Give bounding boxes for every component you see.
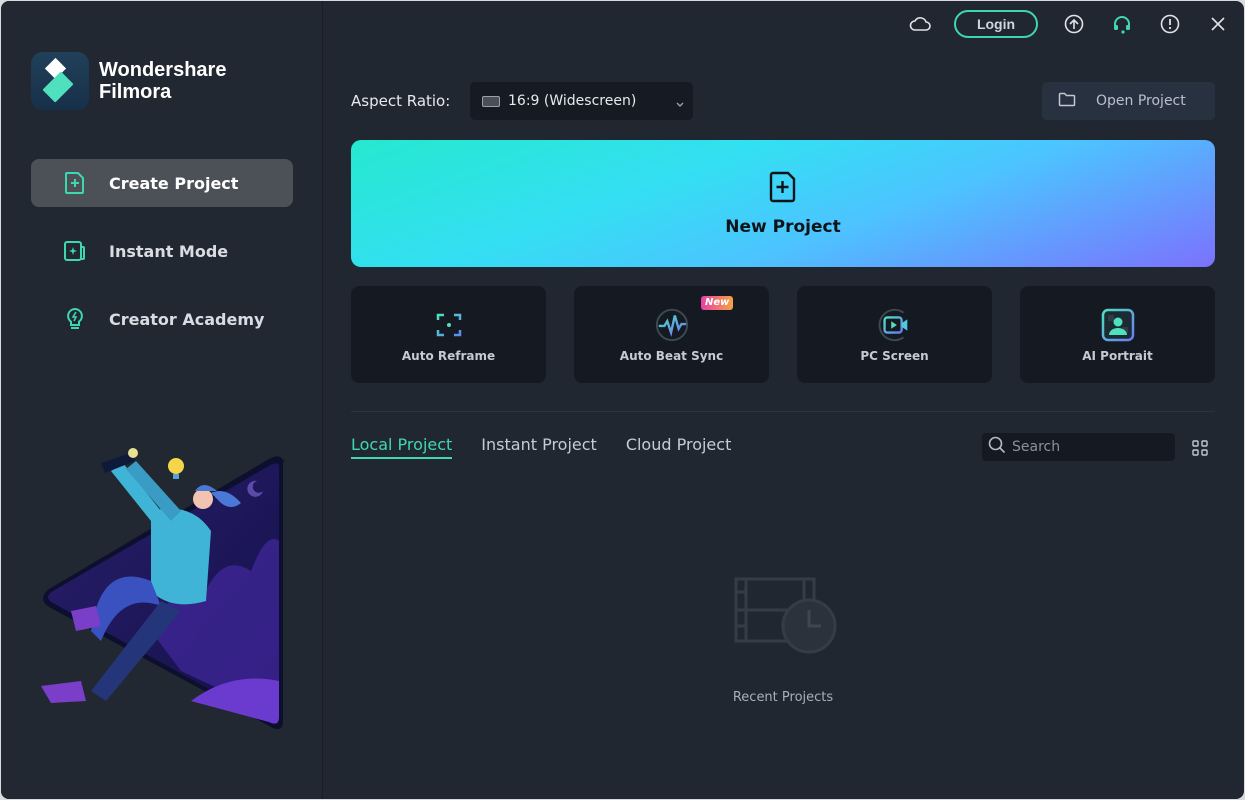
open-project-label: Open Project (1096, 93, 1186, 109)
quick-tools: Auto Reframe New Auto Beat Sync PC Scree… (351, 286, 1215, 383)
tool-auto-beat-sync[interactable]: New Auto Beat Sync (574, 286, 769, 383)
sidebar-item-creator-academy[interactable]: Creator Academy (31, 295, 293, 343)
title-bar: Login (884, 1, 1244, 47)
reframe-icon (431, 307, 467, 343)
tool-label: AI Portrait (1082, 348, 1153, 363)
close-icon[interactable] (1206, 12, 1230, 36)
sidebar-item-label: Create Project (109, 173, 239, 193)
open-project-button[interactable]: Open Project (1042, 82, 1215, 120)
login-button[interactable]: Login (954, 10, 1038, 38)
brand-name-line2: Filmora (99, 81, 172, 103)
aspect-ratio-label: Aspect Ratio: (351, 92, 451, 110)
screen-record-icon (877, 307, 913, 343)
search-input[interactable] (1012, 439, 1162, 455)
sidebar-item-create-project[interactable]: Create Project (31, 159, 293, 207)
new-project-button[interactable]: New Project (351, 140, 1215, 267)
brand-name-line1: Wondershare (99, 59, 227, 81)
chevron-down-icon (675, 94, 685, 113)
project-tabs: Local Project Instant Project Cloud Proj… (351, 435, 760, 459)
new-project-label: New Project (725, 216, 841, 237)
tool-label: Auto Beat Sync (619, 348, 724, 363)
tool-auto-reframe[interactable]: Auto Reframe (351, 286, 546, 383)
aspect-ratio-dropdown[interactable]: 16:9 (Widescreen) (470, 82, 693, 120)
sidebar-item-label: Creator Academy (109, 309, 265, 329)
sidebar-item-label: Instant Mode (109, 241, 229, 261)
sidebar-illustration (31, 431, 291, 741)
folder-icon (1058, 92, 1076, 111)
beat-sync-icon (654, 307, 690, 343)
tool-label: PC Screen (860, 348, 929, 363)
app-window: Wondershare Filmora Create Project Insta… (1, 1, 1244, 799)
section-divider (351, 411, 1215, 412)
sidebar-nav: Create Project Instant Mode Creator Acad… (31, 159, 293, 363)
empty-state: Recent Projects (721, 576, 845, 705)
search-box (982, 433, 1175, 461)
empty-state-label: Recent Projects (732, 690, 834, 705)
grid-view-icon[interactable] (1190, 438, 1210, 458)
app-logo: Wondershare Filmora (31, 52, 226, 110)
tool-label: Auto Reframe (401, 348, 496, 363)
new-badge: New (701, 296, 734, 310)
recent-projects-icon (726, 577, 840, 662)
widescreen-icon (482, 95, 500, 107)
info-alert-icon[interactable] (1158, 12, 1182, 36)
file-plus-icon (769, 171, 797, 207)
instant-mode-icon (63, 239, 87, 263)
sidebar-item-instant-mode[interactable]: Instant Mode (31, 227, 293, 275)
portrait-icon (1100, 307, 1136, 343)
sidebar: Wondershare Filmora Create Project Insta… (1, 1, 323, 799)
lightbulb-icon (63, 307, 87, 331)
tab-cloud-project[interactable]: Cloud Project (626, 435, 732, 459)
tool-ai-portrait[interactable]: AI Portrait (1020, 286, 1215, 383)
tab-local-project[interactable]: Local Project (351, 435, 453, 459)
filmora-logo-icon (31, 52, 89, 110)
cloud-icon[interactable] (908, 12, 932, 36)
tool-pc-screen[interactable]: PC Screen (797, 286, 992, 383)
aspect-ratio-value: 16:9 (Widescreen) (508, 93, 637, 109)
upload-icon[interactable] (1062, 12, 1086, 36)
tab-instant-project[interactable]: Instant Project (481, 435, 597, 459)
file-plus-icon (63, 171, 87, 195)
search-icon (988, 436, 1006, 458)
headset-support-icon[interactable] (1110, 12, 1134, 36)
